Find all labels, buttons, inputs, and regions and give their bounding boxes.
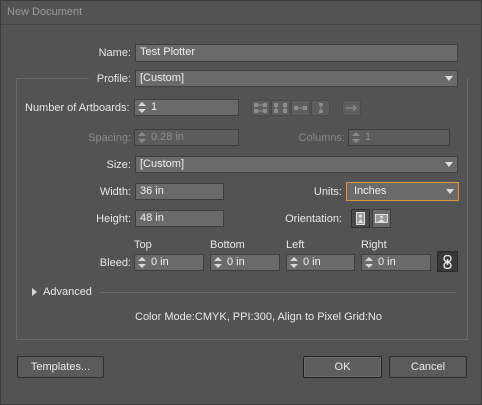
stepper-icon[interactable]	[213, 256, 223, 269]
chevron-down-icon	[445, 162, 453, 167]
grid-by-row-button[interactable]	[251, 100, 270, 116]
stepper-icon[interactable]	[351, 131, 361, 144]
bleed-left-label: Left	[286, 239, 305, 251]
name-input[interactable]: Test Plotter	[135, 44, 458, 62]
stepper-icon[interactable]	[137, 256, 147, 269]
bleed-right-label: Right	[361, 239, 387, 251]
portrait-icon	[356, 212, 365, 225]
stepper-icon[interactable]	[289, 256, 299, 269]
width-input[interactable]: 36 in	[135, 183, 224, 200]
portrait-button[interactable]	[351, 209, 370, 228]
arrange-by-column-button[interactable]	[311, 100, 330, 116]
bleed-bottom-label: Bottom	[210, 239, 245, 251]
bleed-top-input[interactable]: 0 in	[134, 254, 204, 271]
templates-button[interactable]: Templates...	[17, 356, 104, 378]
size-label: Size:	[106, 159, 131, 171]
right-to-left-icon	[346, 104, 357, 112]
bleed-bottom-value: 0 in	[227, 256, 245, 268]
profile-value: [Custom]	[140, 72, 185, 84]
chain-link-icon	[443, 255, 452, 269]
bleed-link-button[interactable]	[437, 251, 458, 272]
bleed-label: Bleed:	[99, 257, 131, 269]
arrange-by-row-icon	[294, 106, 307, 110]
new-document-dialog: New Document Name: Test Plotter Profile:…	[0, 0, 482, 405]
spacing-input[interactable]: 0.28 in	[134, 129, 239, 146]
spacing-value: 0.28 in	[151, 131, 185, 143]
chevron-down-icon	[445, 76, 453, 81]
chevron-right-icon[interactable]	[32, 288, 37, 296]
profile-label: Profile:	[96, 73, 131, 85]
units-label: Units:	[313, 186, 342, 198]
columns-label: Columns:	[298, 132, 345, 144]
height-input[interactable]: 48 in	[135, 210, 224, 227]
arrange-by-row-button[interactable]	[291, 100, 310, 116]
stepper-icon[interactable]	[137, 101, 147, 114]
name-label: Name:	[98, 47, 131, 59]
profile-group-frame	[16, 78, 468, 340]
units-dropdown[interactable]: Inches	[346, 182, 459, 201]
title-bar[interactable]: New Document	[1, 1, 481, 25]
document-summary: Color Mode:CMYK, PPI:300, Align to Pixel…	[135, 311, 382, 323]
ok-button[interactable]: OK	[303, 356, 382, 378]
bleed-bottom-input[interactable]: 0 in	[210, 254, 280, 271]
stepper-icon[interactable]	[137, 131, 147, 144]
height-label: Height:	[96, 213, 131, 225]
stepper-icon[interactable]	[364, 256, 374, 269]
artboards-input[interactable]: 1	[134, 99, 239, 116]
artboards-label: Number of Artboards:	[25, 102, 130, 114]
spacing-label: Spacing:	[88, 132, 131, 144]
units-value: Inches	[354, 185, 387, 197]
size-dropdown[interactable]: [Custom]	[135, 156, 458, 173]
advanced-toggle[interactable]: Advanced	[43, 286, 92, 298]
window-title: New Document	[7, 6, 83, 18]
size-value: [Custom]	[140, 158, 185, 170]
landscape-icon	[375, 214, 388, 223]
grid-by-row-icon	[254, 103, 267, 113]
grid-by-column-icon	[274, 103, 287, 113]
bleed-left-input[interactable]: 0 in	[286, 254, 355, 271]
bleed-right-value: 0 in	[378, 256, 396, 268]
artboards-value: 1	[151, 101, 158, 113]
width-label: Width:	[99, 186, 131, 198]
bleed-top-value: 0 in	[151, 256, 169, 268]
profile-dropdown[interactable]: [Custom]	[135, 70, 458, 87]
chevron-down-icon	[446, 189, 454, 194]
grid-by-column-button[interactable]	[271, 100, 290, 116]
columns-input[interactable]: 1	[348, 129, 450, 146]
orientation-label: Orientation:	[285, 213, 342, 225]
bleed-left-value: 0 in	[303, 256, 321, 268]
landscape-button[interactable]	[372, 209, 391, 228]
arrange-by-column-icon	[319, 103, 323, 113]
right-to-left-button[interactable]	[342, 100, 361, 116]
cancel-button[interactable]: Cancel	[389, 356, 467, 378]
columns-value: 1	[365, 131, 372, 143]
bleed-right-input[interactable]: 0 in	[361, 254, 431, 271]
bleed-top-label: Top	[134, 239, 152, 251]
advanced-divider	[101, 292, 456, 293]
